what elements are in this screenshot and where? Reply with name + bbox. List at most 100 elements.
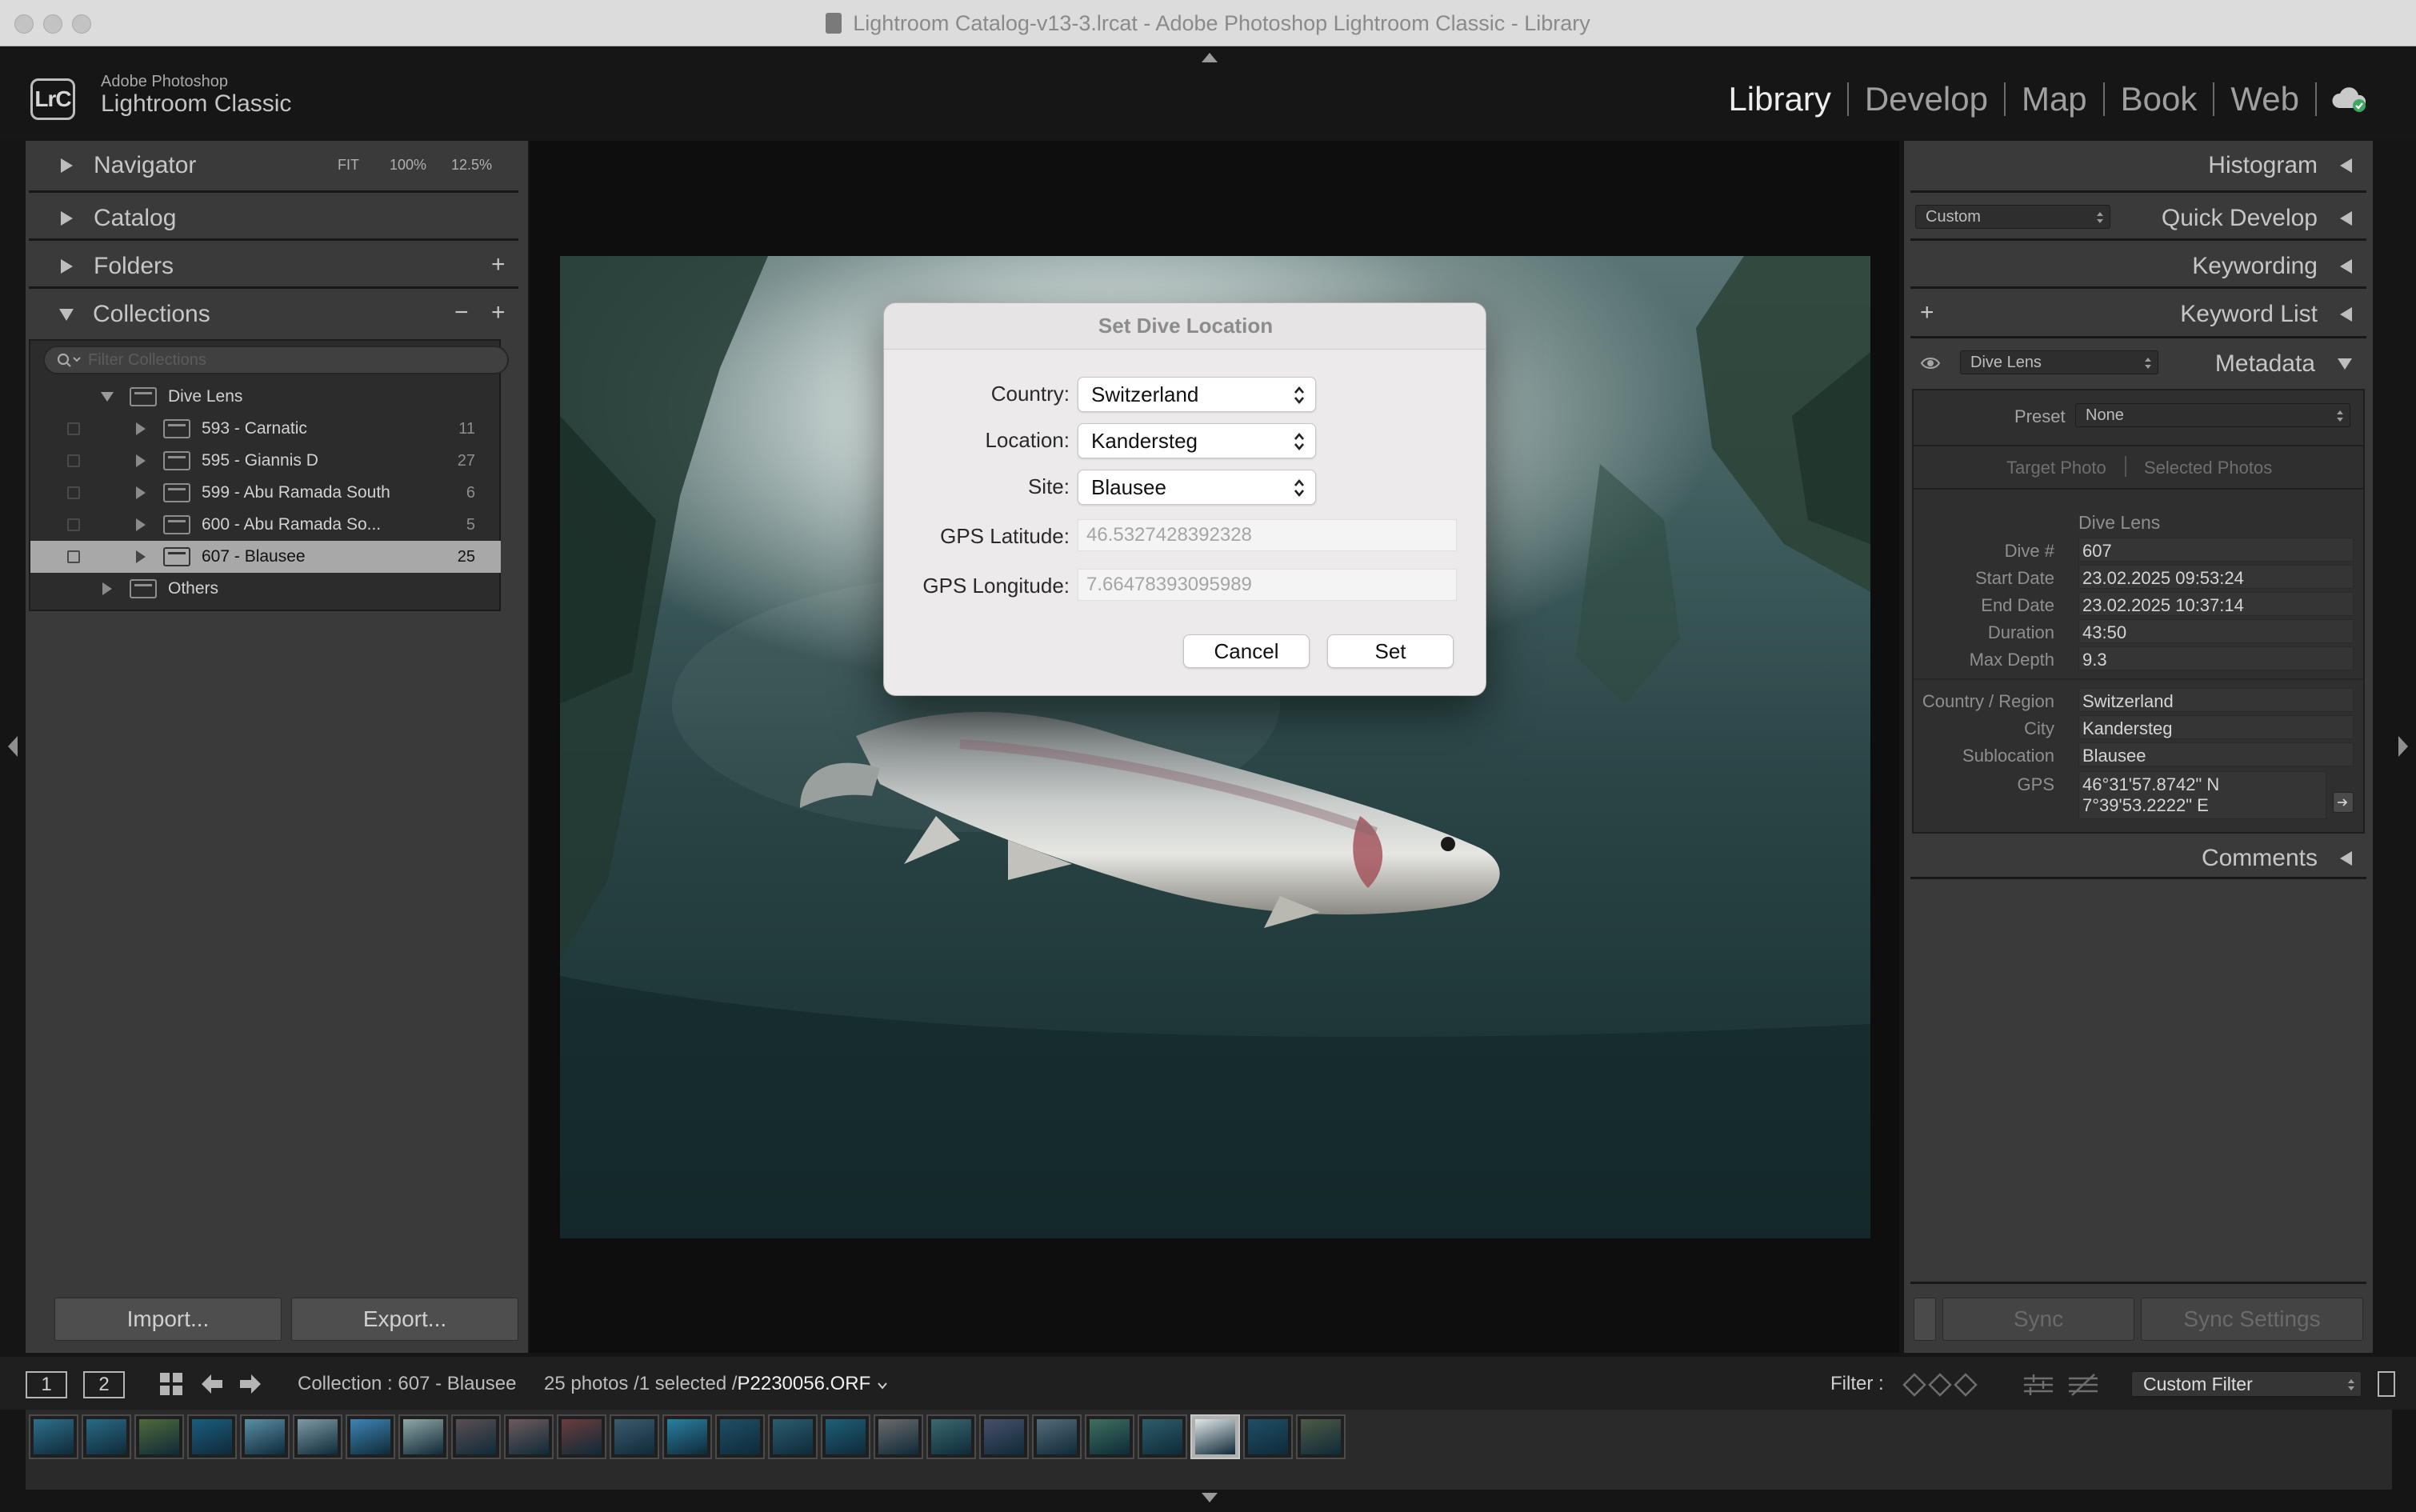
grid-view-icon[interactable] xyxy=(158,1371,184,1397)
gps-longitude-field[interactable]: 7.66478393095989 xyxy=(1078,569,1457,601)
filmstrip-thumbnail[interactable] xyxy=(293,1414,342,1459)
catalog-header[interactable]: Catalog xyxy=(26,197,528,240)
filmstrip-thumbnail[interactable] xyxy=(821,1414,870,1459)
filmstrip-thumbnail[interactable] xyxy=(240,1414,290,1459)
filmstrip-thumbnail[interactable] xyxy=(662,1414,712,1459)
cloud-sync-icon[interactable] xyxy=(2331,86,2368,113)
target-photo-tab[interactable]: Target Photo xyxy=(2006,458,2106,478)
country-select[interactable]: Switzerland xyxy=(1078,377,1316,412)
filter-off-icon[interactable] xyxy=(2067,1371,2099,1398)
metadata-field-value[interactable]: 9.3 xyxy=(2078,646,2354,670)
flag-filter-icons[interactable] xyxy=(1901,1371,1981,1398)
toggle-right-panel-arrow[interactable] xyxy=(2395,734,2411,758)
zoom-fit[interactable]: FIT xyxy=(338,157,359,174)
keyword-list-header[interactable]: + Keyword List xyxy=(1904,293,2373,336)
filmstrip-thumbnail[interactable] xyxy=(1243,1414,1293,1459)
selected-photos-tab[interactable]: Selected Photos xyxy=(2144,458,2272,478)
filmstrip-thumbnail[interactable] xyxy=(398,1414,448,1459)
collection-item[interactable]: 595 - Giannis D 27 xyxy=(30,445,501,477)
zoom-100[interactable]: 100% xyxy=(390,157,426,174)
arrow-left-icon[interactable] xyxy=(200,1373,224,1395)
toggle-top-panel-arrow[interactable] xyxy=(1202,53,1218,62)
eye-icon[interactable] xyxy=(1920,355,1941,371)
filmstrip-thumbnail[interactable] xyxy=(979,1414,1029,1459)
metadata-field-value[interactable]: Kandersteg xyxy=(2078,715,2354,739)
metadata-field-value[interactable]: Blausee xyxy=(2078,742,2354,766)
filmstrip-thumbnail[interactable] xyxy=(926,1414,976,1459)
module-map[interactable]: Map xyxy=(2006,80,2103,118)
collapse-triangle-icon[interactable] xyxy=(102,582,112,595)
filmstrip-source[interactable]: Collection : 607 - Blausee xyxy=(298,1373,517,1395)
add-keyword-button[interactable]: + xyxy=(1920,299,1934,326)
module-web[interactable]: Web xyxy=(2214,80,2315,118)
metadata-field-value[interactable]: 23.02.2025 09:53:24 xyxy=(2078,565,2354,589)
metadata-field-value[interactable]: Switzerland xyxy=(2078,688,2354,712)
filmstrip-thumbnail[interactable] xyxy=(1190,1414,1240,1459)
add-collection-button[interactable]: + xyxy=(491,299,506,326)
collapse-triangle-icon[interactable] xyxy=(136,454,146,467)
filter-lock-icon[interactable] xyxy=(2378,1371,2395,1397)
filmstrip-thumbnail[interactable] xyxy=(1032,1414,1082,1459)
metadata-field-value[interactable]: 23.02.2025 10:37:14 xyxy=(2078,592,2354,616)
metadata-field-value[interactable]: 607 xyxy=(2078,538,2354,562)
filmstrip-thumbnail[interactable] xyxy=(29,1414,78,1459)
metadata-set-select[interactable]: Dive Lens xyxy=(1960,350,2158,374)
target-collection-checkbox[interactable] xyxy=(67,486,80,499)
zoom-12-5[interactable]: 12.5% xyxy=(451,157,492,174)
filmstrip-thumbnail[interactable] xyxy=(82,1414,131,1459)
collapse-triangle-icon[interactable] xyxy=(136,486,146,499)
metadata-preset-select[interactable]: None xyxy=(2075,403,2350,427)
chevron-down-icon[interactable] xyxy=(877,1382,888,1390)
filmstrip-thumbnail[interactable] xyxy=(134,1414,184,1459)
import-button[interactable]: Import... xyxy=(54,1298,282,1341)
collections-header[interactable]: Collections − + xyxy=(26,293,528,336)
collection-set-dive-lens[interactable]: Dive Lens xyxy=(30,381,501,413)
collection-item[interactable]: 600 - Abu Ramada So... 5 xyxy=(30,509,501,541)
cancel-button[interactable]: Cancel xyxy=(1183,634,1310,668)
filmstrip-thumbnail[interactable] xyxy=(187,1414,237,1459)
comments-header[interactable]: Comments xyxy=(1904,837,2373,880)
main-window-button[interactable]: 1 xyxy=(26,1371,67,1398)
metadata-field-value[interactable]: 43:50 xyxy=(2078,619,2354,643)
histogram-header[interactable]: Histogram xyxy=(1904,144,2373,187)
module-develop[interactable]: Develop xyxy=(1849,80,2004,118)
sync-button[interactable]: Sync xyxy=(1942,1298,2134,1341)
quick-develop-preset-select[interactable]: Custom xyxy=(1915,205,2110,229)
sync-settings-button[interactable]: Sync Settings xyxy=(2141,1298,2363,1341)
target-collection-checkbox[interactable] xyxy=(67,422,80,435)
expand-triangle-icon[interactable] xyxy=(101,392,114,402)
filmstrip-thumbnail[interactable] xyxy=(346,1414,395,1459)
target-collection-checkbox[interactable] xyxy=(67,550,80,563)
folders-header[interactable]: Folders + xyxy=(26,245,528,288)
collapse-triangle-icon[interactable] xyxy=(136,518,146,531)
gps-latitude-field[interactable]: 46.5327428392328 xyxy=(1078,519,1457,551)
target-collection-checkbox[interactable] xyxy=(67,454,80,467)
filmstrip-thumbnail[interactable] xyxy=(610,1414,659,1459)
collapse-triangle-icon[interactable] xyxy=(136,550,146,563)
filmstrip-thumbnail[interactable] xyxy=(504,1414,554,1459)
collection-item[interactable]: 607 - Blausee 25 xyxy=(30,541,501,573)
filmstrip-thumbnail[interactable] xyxy=(1138,1414,1187,1459)
filter-sliders-icon[interactable] xyxy=(2022,1371,2054,1398)
auto-sync-switch[interactable] xyxy=(1914,1298,1936,1341)
site-select[interactable]: Blausee xyxy=(1078,470,1316,505)
keywording-header[interactable]: Keywording xyxy=(1904,245,2373,288)
location-select[interactable]: Kandersteg xyxy=(1078,423,1316,458)
filmstrip-thumbnail[interactable] xyxy=(451,1414,501,1459)
go-to-map-button[interactable] xyxy=(2333,792,2354,813)
collection-set-others[interactable]: Others xyxy=(30,573,501,605)
filmstrip-thumbnail[interactable] xyxy=(557,1414,606,1459)
gps-value[interactable]: 46°31'57.8742" N 7°39'53.2222" E xyxy=(2078,771,2326,819)
remove-collection-button[interactable]: − xyxy=(454,299,469,326)
secondary-window-button[interactable]: 2 xyxy=(83,1371,125,1398)
toggle-left-panel-arrow[interactable] xyxy=(5,734,21,758)
module-book[interactable]: Book xyxy=(2105,80,2214,118)
filmstrip-thumbnail[interactable] xyxy=(715,1414,765,1459)
set-button[interactable]: Set xyxy=(1327,634,1454,668)
export-button[interactable]: Export... xyxy=(291,1298,518,1341)
arrow-right-icon[interactable] xyxy=(238,1373,262,1395)
collection-item[interactable]: 593 - Carnatic 11 xyxy=(30,413,501,445)
target-collection-checkbox[interactable] xyxy=(67,518,80,531)
toggle-filmstrip-arrow[interactable] xyxy=(1202,1493,1218,1502)
navigator-header[interactable]: Navigator FIT 100% 12.5% xyxy=(26,144,528,187)
